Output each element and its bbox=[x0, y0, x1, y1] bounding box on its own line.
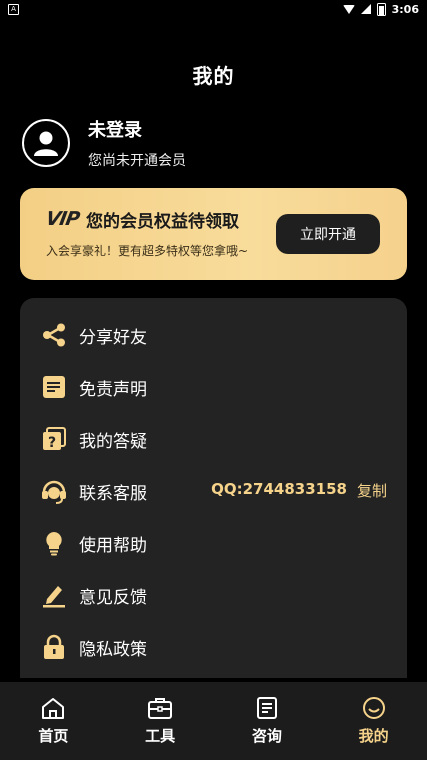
status-bar: A 3:06 bbox=[0, 0, 427, 18]
avatar[interactable] bbox=[22, 119, 70, 167]
menu-item-privacy[interactable]: 隐私政策 bbox=[20, 626, 407, 666]
page-title: 我的 bbox=[192, 64, 235, 88]
vip-card[interactable]: VIP 您的会员权益待领取 入会享豪礼！更有超多特权等您拿哦~ 立即开通 bbox=[20, 188, 407, 280]
user-icon bbox=[34, 131, 58, 156]
tab-mine[interactable]: 我的 bbox=[320, 682, 427, 760]
menu-label: 意见反馈 bbox=[79, 588, 147, 608]
signal-icon bbox=[360, 4, 371, 14]
menu-item-share[interactable]: 分享好友 bbox=[20, 314, 407, 354]
headset-icon bbox=[40, 477, 68, 505]
menu-label: 我的答疑 bbox=[79, 432, 147, 452]
menu-label: 使用帮助 bbox=[79, 536, 147, 556]
notification-icon: A bbox=[8, 3, 19, 15]
tab-consult[interactable]: 咨询 bbox=[214, 682, 321, 760]
copy-button[interactable]: 复制 bbox=[357, 480, 387, 501]
menu-item-help[interactable]: 使用帮助 bbox=[20, 522, 407, 562]
menu-item-disclaimer[interactable]: 免责声明 bbox=[20, 366, 407, 406]
tab-label: 我的 bbox=[358, 727, 389, 745]
pencil-icon bbox=[40, 581, 68, 609]
lock-icon bbox=[40, 633, 68, 661]
svg-text:?: ? bbox=[48, 435, 56, 451]
menu-list: 分享好友 免责声明 ? 我的答疑 联系客服 QQ:2744833158 复制 使… bbox=[20, 298, 407, 678]
tab-label: 工具 bbox=[145, 727, 176, 745]
tab-label: 咨询 bbox=[251, 727, 282, 745]
profile-subtitle: 您尚未开通会员 bbox=[88, 153, 186, 169]
share-icon bbox=[40, 321, 68, 349]
menu-label: 免责声明 bbox=[79, 380, 147, 400]
menu-label: 隐私政策 bbox=[79, 640, 147, 660]
vip-title: 您的会员权益待领取 bbox=[86, 212, 239, 232]
tab-label: 首页 bbox=[38, 727, 69, 745]
question-icon: ? bbox=[40, 425, 68, 453]
profile-name: 未登录 bbox=[88, 120, 142, 141]
tab-tools[interactable]: 工具 bbox=[107, 682, 214, 760]
battery-icon bbox=[376, 2, 386, 16]
document-icon bbox=[40, 373, 68, 401]
open-vip-button[interactable]: 立即开通 bbox=[276, 214, 380, 254]
home-icon bbox=[40, 696, 66, 720]
menu-item-faq[interactable]: ? 我的答疑 bbox=[20, 418, 407, 458]
status-time: 3:06 bbox=[391, 2, 419, 16]
profile-section[interactable]: 未登录 您尚未开通会员 bbox=[22, 116, 186, 170]
tab-home[interactable]: 首页 bbox=[0, 682, 107, 760]
menu-label: 联系客服 bbox=[79, 484, 147, 504]
toolbox-icon bbox=[147, 696, 173, 720]
smile-icon bbox=[361, 696, 387, 720]
menu-item-feedback[interactable]: 意见反馈 bbox=[20, 574, 407, 614]
notes-icon bbox=[254, 696, 280, 720]
bottom-tab-bar: 首页 工具 咨询 我的 bbox=[0, 682, 427, 760]
qq-number: QQ:2744833158 bbox=[211, 480, 347, 498]
menu-item-customer-service[interactable]: 联系客服 QQ:2744833158 复制 bbox=[20, 470, 407, 510]
vip-logo: VIP bbox=[44, 208, 81, 230]
vip-description: 入会享豪礼！更有超多特权等您拿哦~ bbox=[46, 244, 249, 258]
lightbulb-icon bbox=[40, 529, 68, 557]
wifi-icon bbox=[342, 4, 355, 14]
menu-label: 分享好友 bbox=[79, 328, 147, 348]
